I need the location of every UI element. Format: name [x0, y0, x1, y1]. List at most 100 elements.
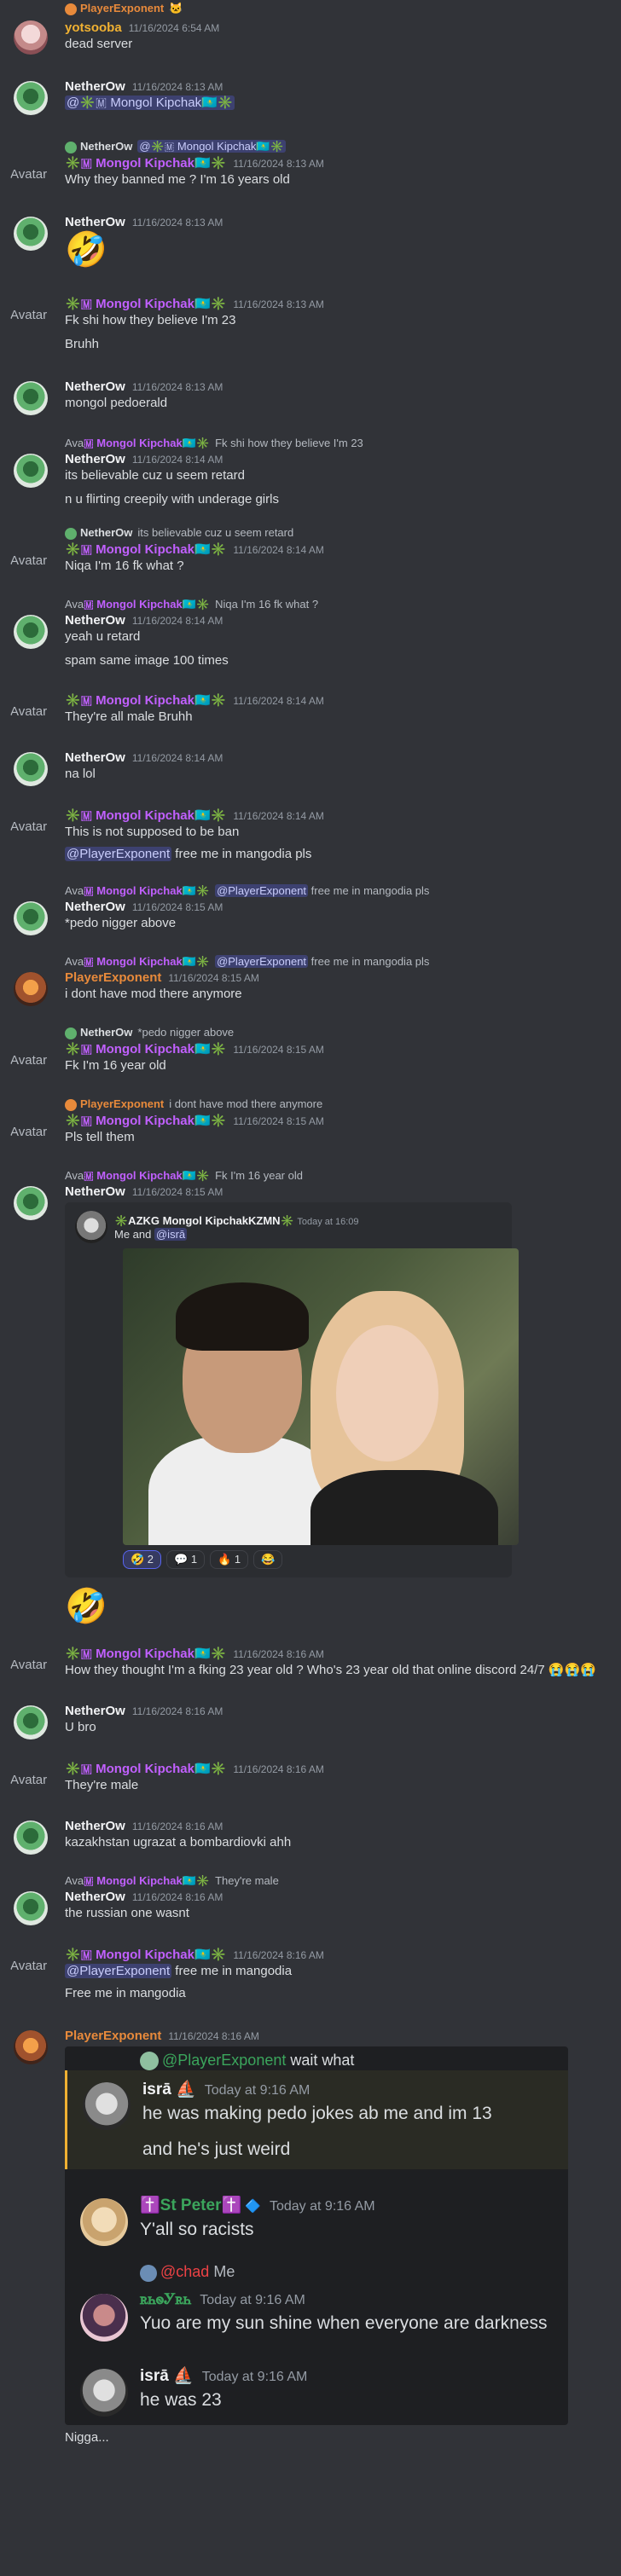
- embed-avatar[interactable]: [75, 1211, 107, 1243]
- message[interactable]: NetherOw 11/16/2024 8:14 AM na lol: [0, 749, 621, 786]
- message[interactable]: NetherOw 11/16/2024 8:13 AM mongol pedoer…: [0, 378, 621, 415]
- reply-preview[interactable]: PlayerExponent i dont have mod there anym…: [65, 1096, 607, 1113]
- author-name[interactable]: ✳️🇲 Mongol Kipchak🇰🇿✳️: [65, 1113, 226, 1128]
- message[interactable]: NetherOw its believable cuz u seem retard…: [0, 523, 621, 577]
- embed-author[interactable]: ✳️AZKG Mongol KipchakKZMN✳️: [114, 1214, 294, 1227]
- author-name[interactable]: ✳️🇲 Mongol Kipchak🇰🇿✳️: [65, 541, 226, 557]
- avatar[interactable]: [14, 972, 48, 1006]
- user-mention[interactable]: @isrā: [154, 1227, 188, 1241]
- avatar[interactable]: Avatar: [10, 1647, 58, 1682]
- author-name[interactable]: ✳️🇲 Mongol Kipchak🇰🇿✳️: [65, 1646, 226, 1661]
- avatar[interactable]: [14, 901, 48, 935]
- avatar[interactable]: [14, 20, 48, 55]
- avatar[interactable]: Avatar: [10, 1948, 58, 1983]
- reaction-button[interactable]: 🤣 2: [123, 1550, 162, 1569]
- message[interactable]: NetherOw @✳️🇲 Mongol Kipchak🇰🇿✳️ Avatar ✳…: [0, 136, 621, 191]
- message[interactable]: Avatar ✳️🇲 Mongol Kipchak🇰🇿✳️ 11/16/2024 …: [0, 1644, 621, 1682]
- message-text: spam same image 100 times: [65, 653, 229, 668]
- user-mention[interactable]: @✳️🇲 Mongol Kipchak🇰🇿✳️: [65, 96, 235, 110]
- screenshot-attachment[interactable]: @PlayerExponent wait what isrā ⛵ Today at…: [65, 2046, 568, 2425]
- author-name[interactable]: NetherOw: [65, 613, 125, 628]
- reaction-button[interactable]: 💬 1: [166, 1550, 206, 1569]
- author-name[interactable]: ✳️🇲 Mongol Kipchak🇰🇿✳️: [65, 296, 226, 311]
- message[interactable]: PlayerExponent 🐱: [0, 0, 621, 20]
- reply-preview[interactable]: NetherOw its believable cuz u seem retard: [65, 524, 607, 541]
- author-name[interactable]: NetherOw: [65, 79, 125, 94]
- avatar[interactable]: [14, 454, 48, 488]
- reply-preview[interactable]: Ava🇲 Mongol Kipchak🇰🇿✳️ @PlayerExponent f…: [65, 883, 607, 900]
- avatar[interactable]: [14, 752, 48, 786]
- user-mention[interactable]: @PlayerExponent: [65, 1964, 172, 1978]
- message[interactable]: Ava🇲 Mongol Kipchak🇰🇿✳️ Fk shi how they b…: [0, 433, 621, 511]
- author-name[interactable]: NetherOw: [65, 1819, 125, 1833]
- avatar[interactable]: [14, 1821, 48, 1855]
- author-name[interactable]: NetherOw: [65, 750, 125, 765]
- avatar[interactable]: [14, 1186, 48, 1220]
- author-name[interactable]: NetherOw: [65, 379, 125, 394]
- author-name[interactable]: ✳️🇲 Mongol Kipchak🇰🇿✳️: [65, 155, 226, 171]
- reply-preview[interactable]: Ava🇲 Mongol Kipchak🇰🇿✳️ They're male: [65, 1873, 607, 1890]
- avatar[interactable]: [14, 217, 48, 251]
- message[interactable]: Avatar ✳️🇲 Mongol Kipchak🇰🇿✳️ 11/16/2024 …: [0, 1945, 621, 2005]
- reply-preview[interactable]: NetherOw *pedo nigger above: [65, 1024, 607, 1041]
- message[interactable]: Avatar ✳️🇲 Mongol Kipchak🇰🇿✳️ 11/16/2024 …: [0, 806, 621, 865]
- avatar[interactable]: Avatar: [10, 809, 58, 843]
- avatar[interactable]: Avatar: [10, 694, 58, 728]
- reply-mention: @PlayerExponent: [215, 884, 309, 897]
- author-name[interactable]: PlayerExponent: [65, 970, 161, 985]
- message[interactable]: Avatar ✳️🇲 Mongol Kipchak🇰🇿✳️ 11/16/2024 …: [0, 294, 621, 356]
- reply-preview[interactable]: Ava🇲 Mongol Kipchak🇰🇿✳️ @PlayerExponent f…: [65, 953, 607, 970]
- avatar[interactable]: [14, 1705, 48, 1740]
- author-name[interactable]: NetherOw: [65, 215, 125, 229]
- avatar[interactable]: Avatar: [10, 1043, 58, 1077]
- avatar[interactable]: [14, 81, 48, 115]
- avatar[interactable]: [14, 615, 48, 649]
- reply-preview[interactable]: PlayerExponent 🐱: [65, 0, 607, 17]
- message[interactable]: NetherOw 11/16/2024 8:13 AM 🤣: [0, 213, 621, 272]
- avatar[interactable]: [14, 1891, 48, 1925]
- avatar[interactable]: Avatar: [10, 157, 58, 191]
- author-name[interactable]: NetherOw: [65, 1890, 125, 1904]
- message[interactable]: Ava🇲 Mongol Kipchak🇰🇿✳️ They're male Neth…: [0, 1871, 621, 1925]
- author-name[interactable]: ✳️🇲 Mongol Kipchak🇰🇿✳️: [65, 1947, 226, 1962]
- reaction-button[interactable]: 🔥 1: [210, 1550, 249, 1569]
- message[interactable]: Ava🇲 Mongol Kipchak🇰🇿✳️ @PlayerExponent f…: [0, 881, 621, 935]
- reply-preview[interactable]: NetherOw @✳️🇲 Mongol Kipchak🇰🇿✳️: [65, 138, 607, 155]
- message[interactable]: NetherOw 11/16/2024 8:16 AM U bro: [0, 1702, 621, 1740]
- message[interactable]: Ava🇲 Mongol Kipchak🇰🇿✳️ Fk I'm 16 year ol…: [0, 1166, 621, 1579]
- reaction-button[interactable]: 😂: [253, 1550, 283, 1569]
- author-name[interactable]: PlayerExponent: [65, 2029, 161, 2043]
- author-name[interactable]: ✳️🇲 Mongol Kipchak🇰🇿✳️: [65, 1761, 226, 1776]
- photo-attachment[interactable]: [123, 1248, 519, 1545]
- author-name[interactable]: NetherOw: [65, 1704, 125, 1718]
- message[interactable]: PlayerExponent i dont have mod there anym…: [0, 1094, 621, 1149]
- author-name[interactable]: ✳️🇲 Mongol Kipchak🇰🇿✳️: [65, 1041, 226, 1056]
- message[interactable]: Avatar ✳️🇲 Mongol Kipchak🇰🇿✳️ 11/16/2024 …: [0, 691, 621, 728]
- avatar[interactable]: [14, 2030, 48, 2064]
- avatar[interactable]: Avatar: [10, 543, 58, 577]
- reply-preview[interactable]: Ava🇲 Mongol Kipchak🇰🇿✳️ Niqa I'm 16 fk wh…: [65, 596, 607, 613]
- message[interactable]: NetherOw 11/16/2024 8:13 AM @✳️🇲 Mongol K…: [0, 78, 621, 115]
- message[interactable]: PlayerExponent 11/16/2024 8:16 AM @Player…: [0, 2027, 621, 2449]
- avatar[interactable]: [14, 381, 48, 415]
- avatar[interactable]: Avatar: [10, 298, 58, 332]
- reply-preview[interactable]: Ava🇲 Mongol Kipchak🇰🇿✳️ Fk shi how they b…: [65, 435, 607, 452]
- author-name[interactable]: NetherOw: [65, 452, 125, 466]
- message[interactable]: yotsooba 11/16/2024 6:54 AM dead server: [0, 20, 621, 55]
- author-name[interactable]: NetherOw: [65, 1184, 125, 1199]
- message[interactable]: Avatar ✳️🇲 Mongol Kipchak🇰🇿✳️ 11/16/2024 …: [0, 1759, 621, 1797]
- avatar[interactable]: Avatar: [10, 1763, 58, 1797]
- message[interactable]: Ava🇲 Mongol Kipchak🇰🇿✳️ Niqa I'm 16 fk wh…: [0, 594, 621, 672]
- user-mention[interactable]: @PlayerExponent: [65, 847, 172, 861]
- forwarded-embed[interactable]: ✳️AZKG Mongol KipchakKZMN✳️ Today at 16:…: [65, 1202, 519, 1577]
- author-name[interactable]: yotsooba: [65, 20, 122, 35]
- message[interactable]: NetherOw 11/16/2024 8:16 AM kazakhstan ug…: [0, 1817, 621, 1855]
- author-name[interactable]: NetherOw: [65, 900, 125, 914]
- message[interactable]: Ava🇲 Mongol Kipchak🇰🇿✳️ @PlayerExponent f…: [0, 952, 621, 1006]
- avatar[interactable]: Avatar: [10, 1114, 58, 1149]
- author-name[interactable]: ✳️🇲 Mongol Kipchak🇰🇿✳️: [65, 692, 226, 708]
- message[interactable]: 🤣: [0, 1584, 621, 1629]
- message[interactable]: NetherOw *pedo nigger above Avatar ✳️🇲 Mo…: [0, 1022, 621, 1077]
- reply-preview[interactable]: Ava🇲 Mongol Kipchak🇰🇿✳️ Fk I'm 16 year ol…: [65, 1167, 607, 1184]
- author-name[interactable]: ✳️🇲 Mongol Kipchak🇰🇿✳️: [65, 808, 226, 823]
